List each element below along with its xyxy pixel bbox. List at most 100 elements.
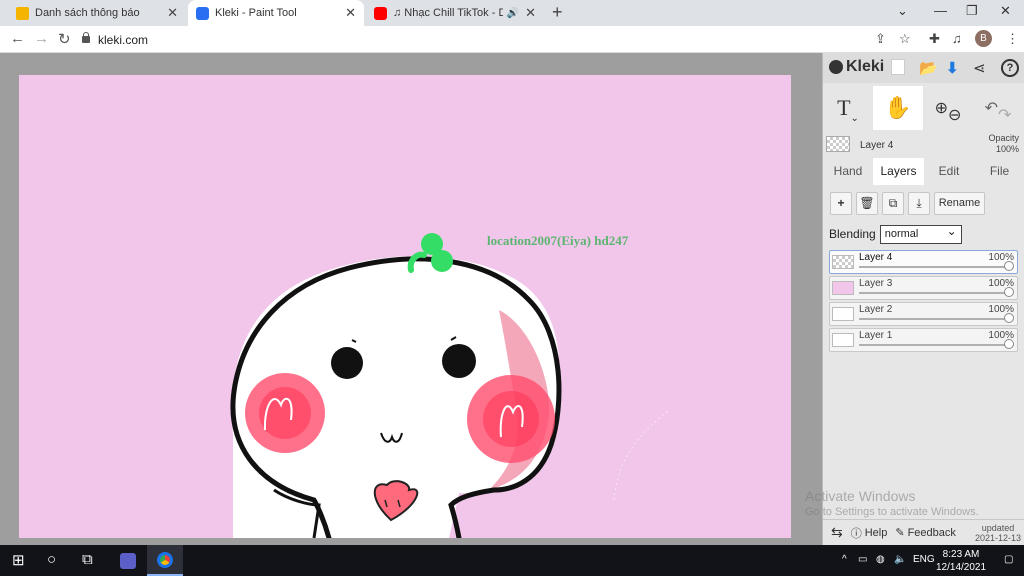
panel-footer: ⇆ ⓘ Help ✎ Feedback updated 2021-12-13 — [823, 519, 1024, 545]
lock-icon — [82, 32, 90, 43]
extensions-icon[interactable]: ✚ — [929, 31, 940, 47]
layer-item[interactable]: Layer 1 100% — [829, 328, 1018, 352]
menu-icon[interactable]: ⋮ — [1006, 31, 1019, 47]
tab-hand[interactable]: Hand — [823, 158, 873, 185]
tab-notifications[interactable]: Danh sách thông báo ✕ — [8, 0, 186, 26]
logo-text: Kleki — [846, 58, 885, 75]
close-tab-icon[interactable]: ✕ — [525, 5, 536, 21]
text-tool-button[interactable]: T ⌄ — [823, 86, 873, 130]
undo-redo-buttons[interactable]: ↶ ↷ — [973, 86, 1023, 130]
layer-item[interactable]: Layer 2 100% — [829, 302, 1018, 326]
device-icon[interactable]: ▭ — [858, 554, 867, 565]
task-view-icon[interactable]: ⧉ — [82, 551, 93, 568]
activate-subtitle: Go to Settings to activate Windows. — [805, 506, 979, 518]
close-tab-icon[interactable]: ✕ — [167, 5, 178, 21]
feedback-link[interactable]: ✎ Feedback — [895, 526, 956, 540]
layer-item[interactable]: Layer 3 100% — [829, 276, 1018, 300]
layer-opacity-knob[interactable] — [1004, 313, 1014, 323]
tab-title: ♫ Nhạc Chill TikTok - Dịu Dà — [393, 7, 503, 19]
help-icon[interactable]: ? — [1001, 59, 1019, 77]
zoom-in-icon[interactable]: ⊕ — [935, 98, 948, 118]
tab-file[interactable]: File — [974, 158, 1024, 185]
system-clock[interactable]: 8:23 AM 12/14/2021 — [936, 548, 986, 574]
tab-search-icon[interactable]: ⌄ — [897, 3, 908, 19]
help-link[interactable]: ⓘ Help — [851, 525, 888, 541]
forward-icon[interactable]: → — [34, 30, 49, 47]
close-tab-icon[interactable]: ✕ — [345, 5, 356, 21]
trash-icon: 🗑 — [859, 196, 875, 210]
zoom-out-icon[interactable]: ⊖ — [948, 105, 961, 125]
minimize-icon[interactable]: — — [934, 3, 947, 18]
network-icon[interactable]: ◍ — [876, 554, 885, 565]
search-icon[interactable]: ○ — [47, 551, 56, 568]
undo-icon[interactable]: ↶ — [985, 98, 998, 118]
hand-tool-button[interactable]: ✋ — [873, 86, 923, 130]
current-layer-name: Layer 4 — [860, 140, 894, 151]
reload-icon[interactable]: ↻ — [58, 30, 71, 48]
layer-opacity-knob[interactable] — [1004, 339, 1014, 349]
tab-kleki[interactable]: Kleki - Paint Tool ✕ — [188, 0, 364, 26]
swap-sides-icon[interactable]: ⇆ — [831, 524, 843, 541]
tab-edit[interactable]: Edit — [924, 158, 974, 185]
layer-opacity-knob[interactable] — [1004, 261, 1014, 271]
clock-time: 8:23 AM — [942, 549, 980, 560]
current-layer-preview: Layer 4 Opacity 100% — [823, 131, 1024, 159]
zoom-buttons[interactable]: ⊕ ⊖ — [923, 86, 973, 130]
notifications-icon[interactable]: ▢ — [1004, 554, 1013, 565]
current-layer-thumbnail — [826, 136, 850, 152]
url-text: kleki.com — [98, 32, 149, 47]
plus-icon: + — [837, 196, 845, 210]
media-control-icon[interactable]: ♫ — [952, 31, 962, 46]
merge-layer-button[interactable]: ⤓ — [908, 192, 930, 215]
bookmark-star-icon[interactable]: ☆ — [899, 31, 911, 47]
delete-layer-button[interactable]: 🗑 — [856, 192, 878, 215]
panel-tabs: Hand Layers Edit File — [823, 158, 1024, 185]
profile-avatar[interactable]: B — [975, 30, 992, 47]
back-icon[interactable]: ← — [10, 30, 25, 47]
input-language[interactable]: ENG — [913, 554, 935, 565]
show-hidden-icons-icon[interactable]: ^ — [842, 554, 847, 565]
blending-select[interactable]: normal — [879, 223, 962, 244]
add-layer-button[interactable]: + — [830, 192, 852, 215]
open-folder-icon[interactable]: 📂 — [919, 59, 938, 77]
layer-thumbnail — [832, 281, 854, 295]
new-tab-button[interactable]: + — [552, 2, 563, 23]
tab-youtube[interactable]: ♫ Nhạc Chill TikTok - Dịu Dà 🔊 ✕ — [366, 0, 544, 26]
feedback-icon: ✎ — [895, 527, 905, 539]
layer-opacity-slider[interactable] — [859, 344, 1009, 346]
opacity-value: 100% — [995, 144, 1019, 154]
volume-icon[interactable]: 🔈 — [894, 554, 906, 565]
updated-info[interactable]: updated 2021-12-13 — [975, 523, 1021, 543]
youtube-favicon-icon — [374, 6, 387, 20]
url-field[interactable]: kleki.com — [82, 29, 862, 50]
rename-layer-button[interactable]: Rename — [934, 192, 985, 215]
windows-start-icon[interactable]: ⊞ — [12, 551, 25, 569]
duplicate-layer-button[interactable]: ⧉ — [882, 192, 904, 215]
layer-name: Layer 3 — [859, 278, 893, 289]
layer-opacity-slider[interactable] — [859, 318, 1009, 320]
chrome-app[interactable] — [147, 545, 183, 576]
new-image-icon[interactable] — [891, 59, 905, 75]
share-icon[interactable]: ⋖ — [973, 59, 986, 77]
layer-thumbnail — [832, 255, 854, 269]
layer-item[interactable]: Layer 4 100% — [829, 250, 1018, 274]
close-window-icon[interactable]: ✕ — [1000, 3, 1011, 19]
tab-title: Kleki - Paint Tool — [215, 7, 297, 19]
workspace: location2007(Eiya) hd247 — [0, 53, 822, 545]
activate-windows-watermark: Activate Windows Go to Settings to activ… — [805, 488, 979, 518]
tab-title: Danh sách thông báo — [35, 7, 140, 19]
layer-name: Layer 4 — [859, 252, 893, 263]
redo-icon[interactable]: ↷ — [998, 105, 1011, 125]
share-icon[interactable]: ⇪ — [875, 31, 886, 47]
kleki-side-panel: Kleki 📂 ⬇ ⋖ ? T ⌄ ✋ ⊕ ⊖ ↶ ↷ Layer 4 Opacity… — [805, 53, 1024, 545]
layer-opacity-slider[interactable] — [859, 292, 1009, 294]
tab-layers[interactable]: Layers — [873, 158, 924, 185]
teams-app[interactable] — [110, 545, 146, 576]
kleki-favicon-icon — [196, 6, 209, 20]
drawing-canvas[interactable]: location2007(Eiya) hd247 — [19, 75, 791, 538]
layer-opacity-knob[interactable] — [1004, 287, 1014, 297]
layer-opacity-slider[interactable] — [859, 266, 1009, 268]
restore-icon[interactable]: ❐ — [966, 3, 978, 19]
audio-playing-icon: 🔊 — [506, 7, 520, 19]
download-icon[interactable]: ⬇ — [946, 59, 959, 77]
